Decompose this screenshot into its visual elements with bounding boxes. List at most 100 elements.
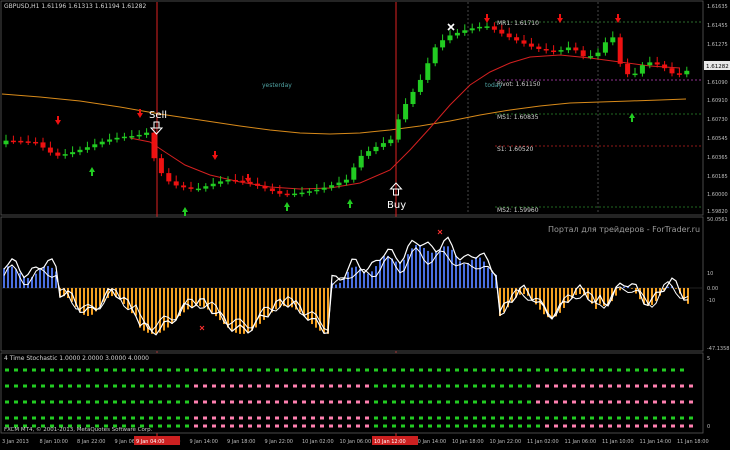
stochastic-dot: [644, 424, 648, 428]
stochastic-dot: [401, 424, 405, 428]
stochastic-dot: [230, 384, 234, 388]
stochastic-dot: [203, 400, 207, 404]
stochastic-dot: [257, 384, 261, 388]
stochastic-dot: [68, 416, 72, 420]
candle-body: [269, 188, 275, 192]
stochastic-dot: [500, 416, 504, 420]
stochastic-dot: [572, 400, 576, 404]
osc-tick: -10: [707, 298, 715, 304]
stochastic-dot: [230, 368, 234, 372]
time-tick: 10 Jan 22:00: [490, 439, 522, 445]
candle-body: [144, 132, 150, 135]
stochastic-dot: [113, 368, 117, 372]
candle-body: [380, 143, 386, 147]
stochastic-dot: [14, 368, 18, 372]
stochastic-dot: [356, 400, 360, 404]
stochastic-dot: [590, 400, 594, 404]
stochastic-dot: [572, 368, 576, 372]
stochastic-scale: 5 0: [707, 356, 710, 430]
stochastic-dot: [464, 368, 468, 372]
stochastic-dot: [5, 400, 9, 404]
stochastic-dot: [410, 368, 414, 372]
stochastic-dot: [581, 424, 585, 428]
stochastic-dot: [572, 384, 576, 388]
stochastic-dot: [32, 400, 36, 404]
pivot-label: MS1: 1.60835: [497, 114, 539, 121]
stochastic-dot: [599, 368, 603, 372]
stochastic-dot: [104, 400, 108, 404]
chart-title: GBPUSD,H1 1.61196 1.61313 1.61194 1.6128…: [4, 3, 146, 10]
stochastic-dot: [491, 368, 495, 372]
stochastic-pane[interactable]: 4 Time Stochastic 1.0000 2.0000 3.0000 4…: [0, 352, 704, 434]
stochastic-dot: [122, 368, 126, 372]
stochastic-dot: [122, 384, 126, 388]
stochastic-dot: [617, 416, 621, 420]
stochastic-dot: [410, 384, 414, 388]
stochastic-dot: [302, 400, 306, 404]
oscillator-pane[interactable]: Портал для трейдеров - ForTrader.ru: [0, 216, 704, 352]
current-price-label: 1.61282: [706, 64, 729, 70]
stochastic-dot: [293, 384, 297, 388]
stochastic-dot: [455, 384, 459, 388]
candle-body: [336, 182, 342, 186]
stochastic-dot: [104, 368, 108, 372]
candle-body: [499, 29, 505, 34]
stochastic-dot: [365, 384, 369, 388]
stochastic-dot: [491, 424, 495, 428]
stochastic-dot: [221, 424, 225, 428]
stochastic-dot: [149, 416, 153, 420]
stochastic-dot: [284, 368, 288, 372]
candle-body: [10, 140, 16, 143]
stochastic-dot: [599, 416, 603, 420]
candle-body: [277, 191, 283, 194]
stochastic-dot: [437, 416, 441, 420]
stochastic-dot: [662, 384, 666, 388]
stochastic-dot: [428, 400, 432, 404]
stochastic-dot: [635, 416, 639, 420]
stochastic-dot: [671, 368, 675, 372]
stochastic-dot: [689, 384, 693, 388]
chart-canvas[interactable]: GBPUSD,H1 1.61196 1.61313 1.61194 1.6128…: [0, 0, 730, 446]
price-tick: 1.60545: [707, 136, 728, 142]
stoch-tick: 5: [707, 356, 710, 362]
stochastic-dot: [149, 368, 153, 372]
stochastic-dot: [248, 416, 252, 420]
stochastic-dot: [374, 400, 378, 404]
stochastic-dot: [221, 400, 225, 404]
stochastic-dot: [14, 400, 18, 404]
candle-body: [343, 179, 349, 183]
candle-body: [262, 185, 268, 189]
candle-body: [70, 152, 76, 155]
candle-body: [284, 193, 290, 196]
stochastic-dot: [329, 416, 333, 420]
stochastic-dot: [59, 416, 63, 420]
stochastic-dot: [518, 416, 522, 420]
stochastic-dot: [455, 416, 459, 420]
stochastic-dot: [257, 424, 261, 428]
stochastic-dot: [176, 416, 180, 420]
stochastic-dot: [437, 400, 441, 404]
stochastic-dot: [77, 400, 81, 404]
stochastic-dot: [302, 384, 306, 388]
stochastic-dot: [671, 416, 675, 420]
stochastic-dot: [248, 384, 252, 388]
stochastic-dot: [230, 424, 234, 428]
stochastic-dot: [482, 400, 486, 404]
stochastic-dot: [167, 384, 171, 388]
candle-body: [373, 146, 379, 152]
stochastic-dot: [347, 368, 351, 372]
candle-body: [366, 151, 372, 156]
stochastic-dot: [554, 424, 558, 428]
stochastic-dot: [509, 384, 513, 388]
stochastic-dot: [563, 368, 567, 372]
stochastic-dot: [5, 384, 9, 388]
stochastic-dot: [68, 400, 72, 404]
time-tick: 11 Jan 06:00: [565, 439, 597, 445]
stochastic-dot: [248, 424, 252, 428]
stochastic-title: 4 Time Stochastic 1.0000 2.0000 3.0000 4…: [4, 355, 149, 362]
stochastic-dot: [86, 416, 90, 420]
stochastic-dot: [662, 400, 666, 404]
stochastic-dot: [419, 424, 423, 428]
stochastic-dot: [671, 384, 675, 388]
stochastic-dot: [617, 424, 621, 428]
